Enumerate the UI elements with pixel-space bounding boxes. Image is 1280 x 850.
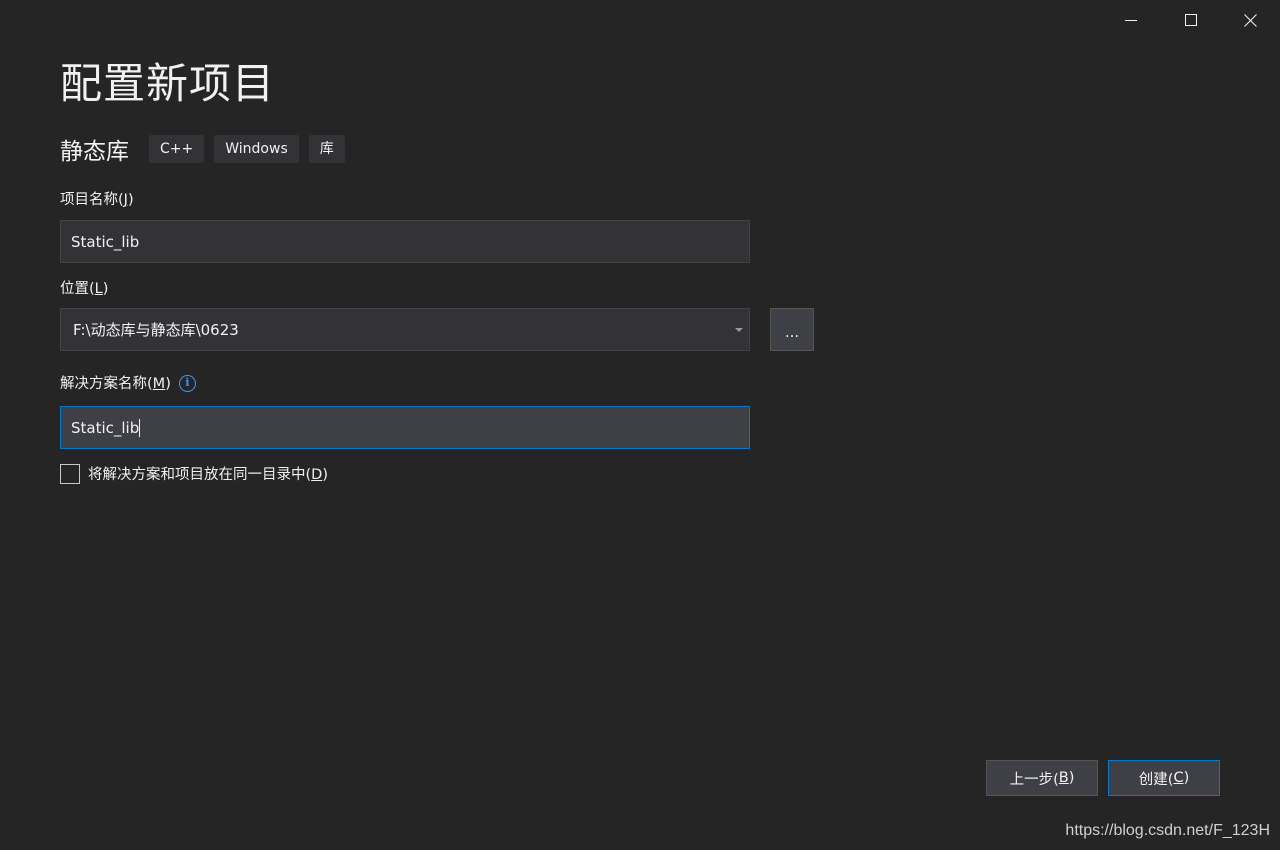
watermark: https://blog.csdn.net/F_123H xyxy=(1065,822,1270,839)
back-button[interactable]: 上一步(B) xyxy=(986,760,1098,796)
browse-button[interactable]: ... xyxy=(770,308,814,351)
project-name-input[interactable]: Static_lib xyxy=(60,220,750,263)
close-icon xyxy=(1243,13,1257,27)
solution-name-value: Static_lib xyxy=(71,418,140,437)
text-caret xyxy=(139,418,141,437)
configure-project-dialog: 配置新项目 静态库 C++ Windows 库 项目名称(J) Static_l… xyxy=(0,0,1280,850)
info-icon[interactable]: i xyxy=(178,374,196,392)
solution-name-label: 解决方案名称(M) i xyxy=(60,372,196,393)
same-directory-checkbox[interactable] xyxy=(60,463,80,484)
maximize-button[interactable] xyxy=(1163,0,1219,40)
minimize-button[interactable] xyxy=(1103,0,1159,40)
tag-platform: Windows xyxy=(214,135,299,163)
project-name-value: Static_lib xyxy=(71,232,140,251)
tag-language: C++ xyxy=(149,135,205,163)
template-info: 静态库 C++ Windows 库 xyxy=(60,134,355,165)
project-name-label: 项目名称(J) xyxy=(60,192,134,208)
template-name: 静态库 xyxy=(60,139,129,165)
maximize-icon xyxy=(1185,14,1197,26)
chevron-down-icon[interactable] xyxy=(735,328,743,332)
same-directory-option[interactable]: 将解决方案和项目放在同一目录中(D) xyxy=(60,463,328,484)
location-value: F:\动态库与静态库\0623 xyxy=(73,321,239,339)
location-combobox[interactable]: F:\动态库与静态库\0623 xyxy=(60,308,750,351)
create-button[interactable]: 创建(C) xyxy=(1108,760,1220,796)
close-button[interactable] xyxy=(1222,0,1278,40)
tag-project-type: 库 xyxy=(308,135,345,163)
same-directory-label[interactable]: 将解决方案和项目放在同一目录中(D) xyxy=(88,463,328,484)
location-label: 位置(L) xyxy=(60,281,109,297)
page-title: 配置新项目 xyxy=(60,59,276,108)
minimize-icon xyxy=(1125,20,1137,21)
solution-name-input[interactable]: Static_lib xyxy=(60,406,750,449)
